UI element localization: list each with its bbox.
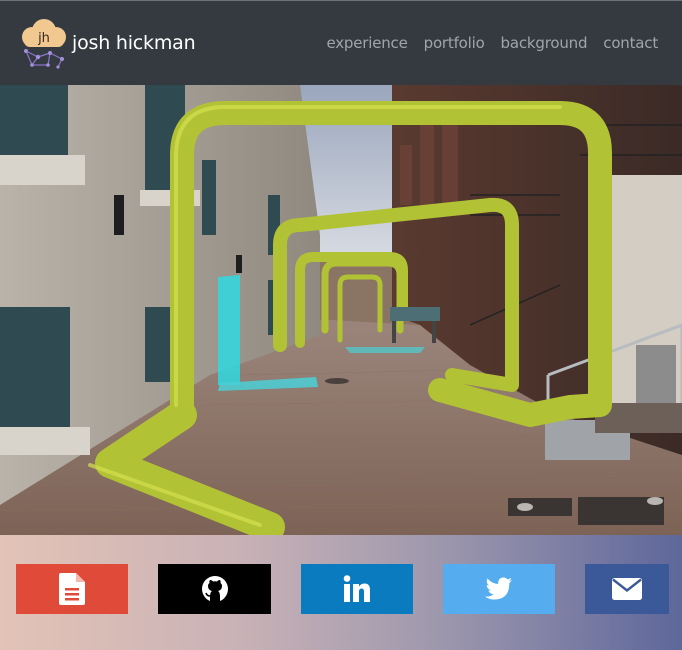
email-button[interactable] bbox=[585, 564, 669, 614]
github-button[interactable] bbox=[158, 564, 271, 614]
navbar: jh josh hickman experience portfolio bac… bbox=[0, 0, 682, 85]
nav-link-background[interactable]: background bbox=[501, 34, 588, 52]
envelope-icon bbox=[612, 578, 642, 600]
nav-link-contact[interactable]: contact bbox=[603, 34, 658, 52]
nav-links: experience portfolio background contact bbox=[326, 34, 658, 52]
twitter-button[interactable] bbox=[443, 564, 555, 614]
linkedin-icon bbox=[343, 575, 370, 602]
brand[interactable]: jh josh hickman bbox=[18, 17, 196, 69]
resume-button[interactable] bbox=[16, 564, 128, 614]
social-bar bbox=[0, 535, 682, 650]
hero-image bbox=[0, 85, 682, 535]
document-icon bbox=[59, 573, 85, 605]
linkedin-button[interactable] bbox=[301, 564, 413, 614]
twitter-icon bbox=[485, 577, 512, 600]
github-icon bbox=[201, 576, 228, 602]
nav-link-portfolio[interactable]: portfolio bbox=[424, 34, 485, 52]
brand-name: josh hickman bbox=[72, 32, 196, 54]
logo: jh bbox=[18, 17, 70, 69]
logo-initials: jh bbox=[37, 31, 50, 46]
nav-link-experience[interactable]: experience bbox=[326, 34, 407, 52]
